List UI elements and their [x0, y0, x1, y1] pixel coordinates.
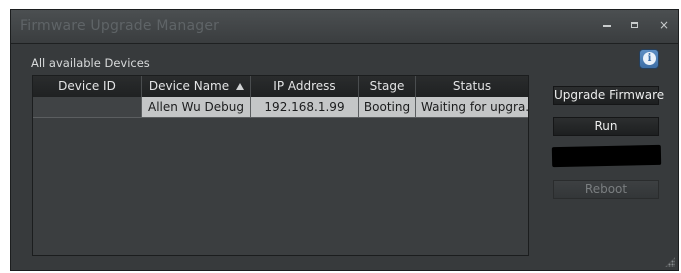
- upgrade-firmware-button[interactable]: Upgrade Firmware: [553, 86, 664, 105]
- firmware-upgrade-window: Firmware Upgrade Manager × All available…: [10, 9, 679, 271]
- devices-section-label: All available Devices: [31, 56, 150, 70]
- devices-table[interactable]: Device ID Device Name IP Address Stage S…: [32, 75, 529, 256]
- window-title: Firmware Upgrade Manager: [20, 18, 220, 34]
- table-header: Device ID Device Name IP Address Stage S…: [33, 76, 528, 98]
- minimize-icon[interactable]: [599, 17, 615, 33]
- info-glyph: i: [643, 52, 656, 65]
- redacted-field: [551, 144, 662, 168]
- column-header-label: Status: [452, 79, 492, 93]
- column-header-label: Stage: [369, 79, 405, 93]
- maximize-icon[interactable]: [627, 17, 643, 33]
- table-row[interactable]: Allen Wu Debug 192.168.1.99 Booting Wait…: [33, 97, 528, 118]
- column-header-label: IP Address: [273, 79, 336, 93]
- client-area: All available Devices i Device ID Device…: [11, 44, 678, 270]
- cell-device-id: [33, 97, 142, 118]
- info-icon[interactable]: i: [639, 49, 659, 69]
- column-header-stage[interactable]: Stage: [359, 76, 416, 97]
- cell-status: Waiting for upgra...: [416, 97, 528, 118]
- sort-ascending-icon: [236, 83, 244, 90]
- cell-device-name: Allen Wu Debug: [142, 97, 251, 118]
- cell-stage: Booting: [359, 97, 416, 118]
- column-header-device-id[interactable]: Device ID: [33, 76, 142, 97]
- column-header-status[interactable]: Status: [416, 76, 528, 97]
- resize-grip-icon[interactable]: [665, 257, 675, 267]
- cell-ip-address: 192.168.1.99: [251, 97, 359, 118]
- column-header-ip-address[interactable]: IP Address: [251, 76, 359, 97]
- close-icon[interactable]: ×: [656, 17, 672, 33]
- run-button[interactable]: Run: [553, 117, 659, 136]
- column-header-label: Device Name: [148, 79, 230, 93]
- title-bar[interactable]: Firmware Upgrade Manager ×: [11, 10, 678, 44]
- column-header-label: Device ID: [58, 79, 116, 93]
- reboot-button: Reboot: [553, 180, 659, 199]
- column-header-device-name[interactable]: Device Name: [142, 76, 251, 97]
